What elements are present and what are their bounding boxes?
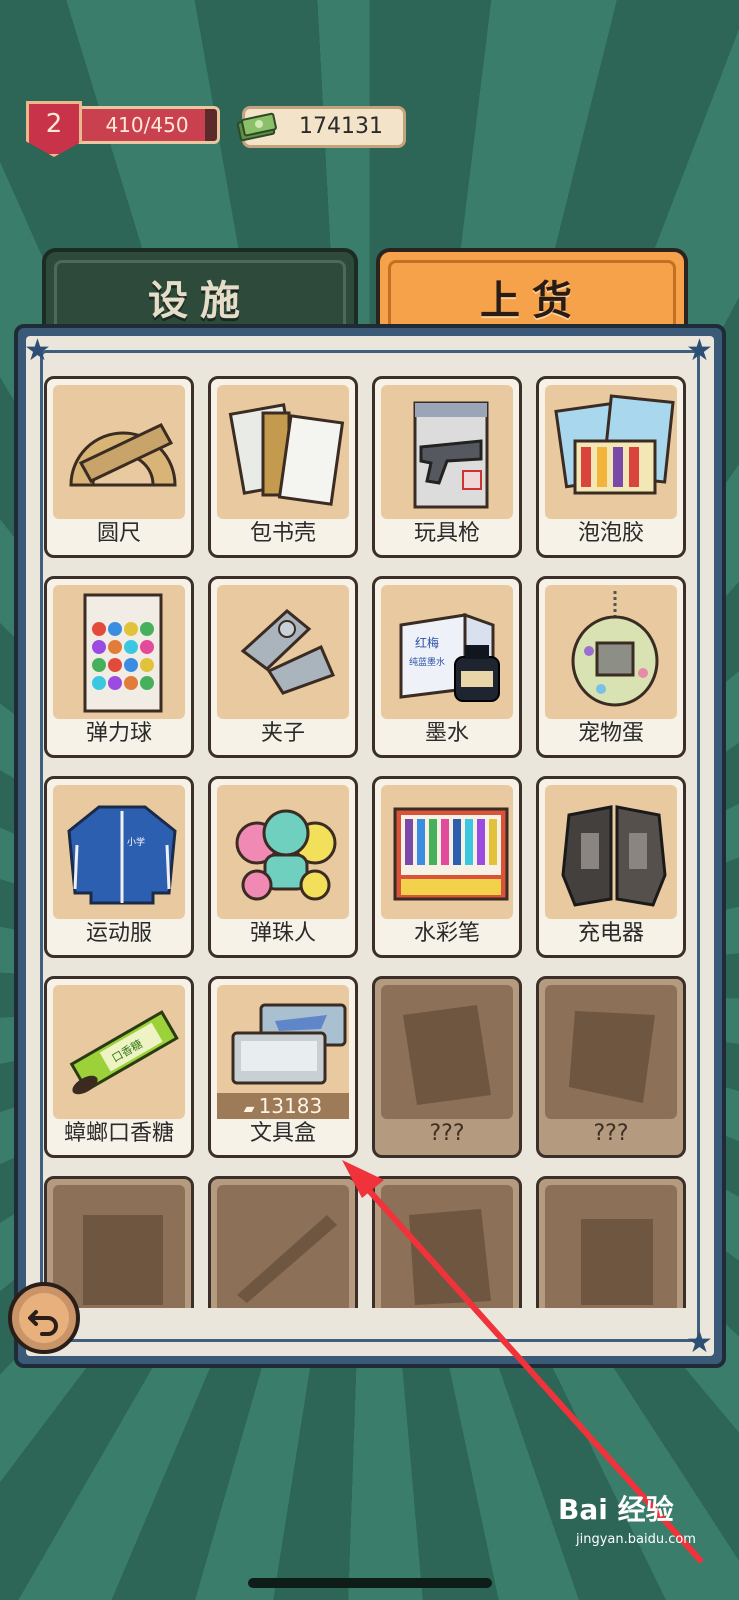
item-name: 圆尺 xyxy=(96,521,141,546)
xp-text: 410/450 xyxy=(105,113,189,137)
item-name: 玩具枪 xyxy=(413,521,480,546)
jacket-icon: 小学 xyxy=(53,785,185,919)
item-card-book-cover[interactable]: 包书壳 xyxy=(208,376,358,558)
star-icon: ★ xyxy=(686,1325,713,1360)
ink-box-sub: 纯蓝墨水 xyxy=(409,656,445,668)
cash-icon xyxy=(236,112,277,142)
item-card-round-ruler[interactable]: 圆尺 xyxy=(44,376,194,558)
cash-icon: ▰ xyxy=(243,1101,255,1117)
watermark: Bai 经验 jingyan.baidu.com xyxy=(558,1488,728,1558)
item-name: 弹珠人 xyxy=(249,921,316,946)
back-arrow-icon xyxy=(19,1293,69,1343)
jacket-label: 小学 xyxy=(127,836,145,848)
item-card-toy-gun[interactable]: 玩具枪 xyxy=(372,376,522,558)
locked-silhouette-icon xyxy=(381,1185,513,1308)
clip-icon xyxy=(217,585,349,719)
locked-silhouette-icon xyxy=(381,985,513,1119)
item-name: 充电器 xyxy=(577,921,644,946)
markers-icon xyxy=(381,785,513,919)
item-name: ??? xyxy=(429,1121,465,1146)
item-card-cockroach-gum[interactable]: 口香糖 蟑螂口香糖 xyxy=(44,976,194,1158)
item-card-watercolor-pen[interactable]: 水彩笔 xyxy=(372,776,522,958)
item-card-locked[interactable] xyxy=(44,1176,194,1308)
book-cover-icon xyxy=(217,385,349,519)
item-card-locked[interactable]: ??? xyxy=(372,976,522,1158)
toy-gun-icon xyxy=(381,385,513,519)
locked-silhouette-icon xyxy=(53,1185,185,1308)
protractor-icon xyxy=(53,385,185,519)
item-name: ??? xyxy=(593,1121,629,1146)
locked-silhouette-icon xyxy=(545,1185,677,1308)
item-name: 宠物蛋 xyxy=(577,721,644,746)
tab-stock-label: 上货 xyxy=(480,278,584,324)
charger-icon xyxy=(545,785,677,919)
tab-facilities-label: 设施 xyxy=(148,278,252,324)
level-number: 2 xyxy=(45,109,63,139)
item-name: 蟑螂口香糖 xyxy=(63,1121,174,1146)
ink-box-label: 红梅 xyxy=(415,635,439,650)
cash-amount: 174131 xyxy=(299,114,383,139)
item-name: 包书壳 xyxy=(249,521,316,546)
marble-man-icon xyxy=(217,785,349,919)
item-card-marble-man[interactable]: 弹珠人 xyxy=(208,776,358,958)
item-card-locked[interactable] xyxy=(536,1176,686,1308)
ink-bottle-icon: 红梅 纯蓝墨水 xyxy=(381,585,513,719)
bubble-glue-icon xyxy=(545,385,677,519)
item-card-bouncy-ball[interactable]: 弹力球 xyxy=(44,576,194,758)
back-button[interactable] xyxy=(8,1282,80,1354)
bouncy-ball-icon xyxy=(53,585,185,719)
item-card-clip[interactable]: 夹子 xyxy=(208,576,358,758)
item-name: 运动服 xyxy=(85,921,152,946)
cockroach-gum-icon: 口香糖 xyxy=(53,985,185,1119)
watermark-brand: Bai 经验 xyxy=(558,1493,674,1526)
star-icon: ★ xyxy=(24,333,51,368)
item-card-locked[interactable] xyxy=(208,1176,358,1308)
price-tag: ▰ 13183 xyxy=(217,1093,349,1119)
item-card-sportswear[interactable]: 小学 运动服 xyxy=(44,776,194,958)
item-card-charger[interactable]: 充电器 xyxy=(536,776,686,958)
item-name: 文具盒 xyxy=(249,1121,316,1146)
item-name: 夹子 xyxy=(260,721,305,746)
item-name: 墨水 xyxy=(424,721,469,746)
pet-egg-icon xyxy=(545,585,677,719)
item-card-pencil-case[interactable]: ▰ 13183 文具盒 xyxy=(208,976,358,1158)
item-grid: 圆尺 包书壳 玩具枪 泡泡胶 弹力球 夹子 红梅 纯蓝墨水 墨水 宠物蛋 小学 … xyxy=(44,376,694,1308)
item-name: 弹力球 xyxy=(85,721,152,746)
item-card-ink[interactable]: 红梅 纯蓝墨水 墨水 xyxy=(372,576,522,758)
xp-bar: 410/450 xyxy=(74,106,220,144)
locked-silhouette-icon xyxy=(545,985,677,1119)
item-card-locked[interactable] xyxy=(372,1176,522,1308)
item-name: 水彩笔 xyxy=(413,921,480,946)
star-icon: ★ xyxy=(686,333,713,368)
locked-silhouette-icon xyxy=(217,1185,349,1308)
home-indicator[interactable] xyxy=(248,1578,492,1588)
item-card-pet-egg[interactable]: 宠物蛋 xyxy=(536,576,686,758)
item-card-locked[interactable]: ??? xyxy=(536,976,686,1158)
item-name: 泡泡胶 xyxy=(577,521,644,546)
item-card-bubble-gum-glue[interactable]: 泡泡胶 xyxy=(536,376,686,558)
watermark-url: jingyan.baidu.com xyxy=(576,1532,696,1547)
item-price: 13183 xyxy=(258,1094,323,1118)
cash-display: 174131 xyxy=(236,106,406,148)
